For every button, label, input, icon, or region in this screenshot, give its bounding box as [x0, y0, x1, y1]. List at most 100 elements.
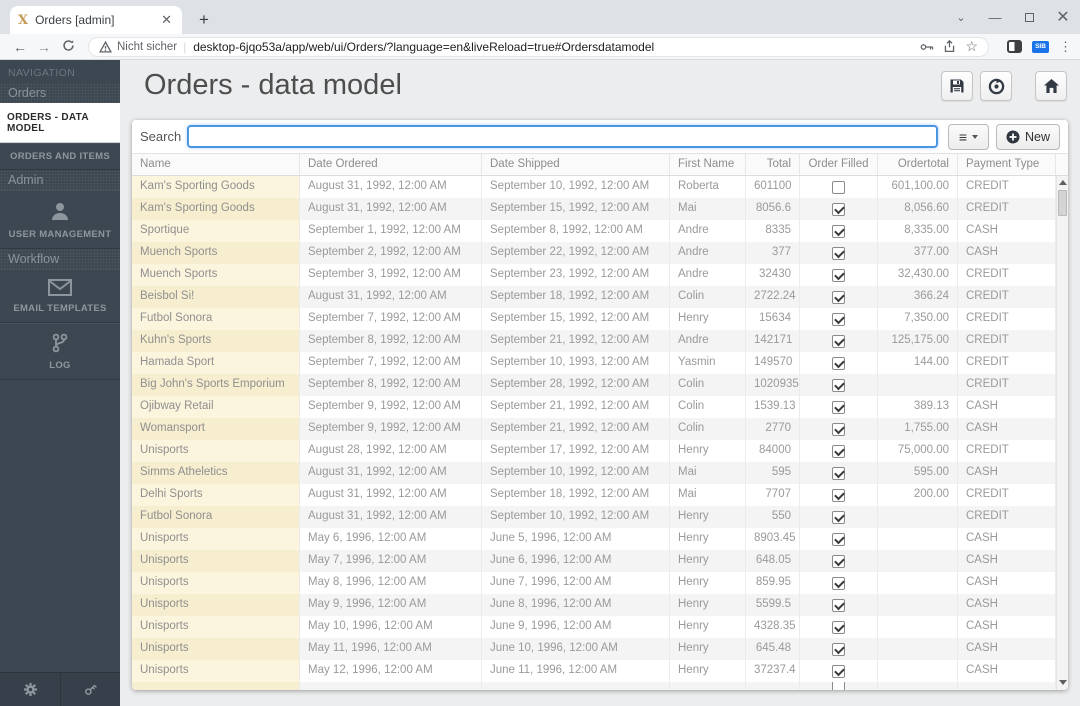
new-record-button[interactable]: New [995, 123, 1060, 150]
table-row[interactable]: Ojibway Retail September 9, 1992, 12:00 A… [132, 396, 1056, 418]
order-filled-checkbox[interactable] [832, 576, 845, 590]
sidebar-group-workflow[interactable]: Workflow [0, 249, 120, 269]
table-row[interactable]: Unisports May 12, 1996, 12:00 AM June 11, … [132, 660, 1056, 682]
scroll-down-icon[interactable] [1057, 678, 1068, 688]
order-filled-checkbox[interactable] [832, 510, 845, 524]
order-filled-checkbox[interactable] [832, 642, 845, 656]
order-filled-checkbox[interactable] [832, 400, 845, 414]
table-row[interactable]: Muench Sports September 3, 1992, 12:00 AM… [132, 264, 1056, 286]
order-filled-checkbox[interactable] [832, 532, 845, 546]
cell-ordertotal: 1,755.00 [878, 418, 958, 440]
order-filled-checkbox[interactable] [832, 334, 845, 348]
table-row[interactable]: Sportique September 1, 1992, 12:00 AM Sept… [132, 220, 1056, 242]
history-button[interactable] [980, 71, 1012, 101]
bookmark-star-icon[interactable]: ☆ [965, 38, 978, 55]
extension-badge[interactable]: SIB [1032, 40, 1049, 53]
new-tab-button[interactable]: + [192, 9, 216, 31]
sidebar-item-log[interactable]: LOG [0, 323, 120, 380]
order-filled-checkbox[interactable] [832, 378, 845, 392]
reload-button[interactable] [56, 39, 80, 55]
cell-shipped: September 28, 1992, 12:00 AM [482, 374, 670, 396]
table-row[interactable]: Simms Atheletics August 31, 1992, 12:00 A… [132, 462, 1056, 484]
column-header-first-name[interactable]: First Name [670, 154, 746, 175]
key-button[interactable] [60, 673, 120, 706]
column-header-date-ordered[interactable]: Date Ordered [300, 154, 482, 175]
table-row[interactable]: Delhi Sports August 31, 1992, 12:00 AM Sep… [132, 484, 1056, 506]
order-filled-checkbox[interactable] [832, 290, 845, 304]
table-row[interactable]: Unisports May 11, 1996, 12:00 AM June 10, … [132, 638, 1056, 660]
table-row[interactable]: Hamada Sport September 7, 1992, 12:00 AM S… [132, 352, 1056, 374]
not-secure-warning-icon[interactable] [99, 40, 112, 53]
sidebar-item-user-management[interactable]: USER MANAGEMENT [0, 190, 120, 249]
share-icon[interactable] [943, 40, 956, 53]
order-filled-checkbox[interactable] [832, 268, 845, 282]
order-filled-checkbox[interactable] [832, 620, 845, 634]
back-button[interactable]: ← [8, 39, 32, 55]
column-header-date-shipped[interactable]: Date Shipped [482, 154, 670, 175]
table-row[interactable]: Unisports May 7, 1996, 12:00 AM June 6, 19… [132, 550, 1056, 572]
order-filled-checkbox[interactable] [832, 466, 845, 480]
side-panel-icon[interactable] [1007, 40, 1022, 53]
cell-ordered: September 2, 1992, 12:00 AM [300, 242, 482, 264]
order-filled-checkbox[interactable] [832, 682, 845, 690]
close-button[interactable]: ✕ [1046, 7, 1080, 27]
sidebar-item-email-templates[interactable]: EMAIL TEMPLATES [0, 269, 120, 323]
cell-ordered: September 8, 1992, 12:00 AM [300, 330, 482, 352]
sidebar-group-orders[interactable]: Orders [0, 83, 120, 103]
order-filled-checkbox[interactable] [832, 444, 845, 458]
column-header-name[interactable]: Name [132, 154, 300, 175]
browser-tab[interactable]: X Orders [admin] ✕ [10, 6, 182, 34]
order-filled-checkbox[interactable] [832, 554, 845, 568]
order-filled-checkbox[interactable] [832, 422, 845, 436]
column-header-order-filled[interactable]: Order Filled [800, 154, 878, 175]
save-button[interactable] [941, 71, 973, 101]
table-row[interactable]: Unisports May 6, 1996, 12:00 AM June 5, 19… [132, 528, 1056, 550]
table-row[interactable]: Unisports May 10, 1996, 12:00 AM June 9, 1… [132, 616, 1056, 638]
order-filled-checkbox[interactable] [832, 598, 845, 612]
table-row[interactable]: Unisports May 8, 1996, 12:00 AM June 7, 19… [132, 572, 1056, 594]
order-filled-checkbox[interactable] [832, 356, 845, 370]
settings-button[interactable] [0, 673, 60, 706]
forward-button[interactable]: → [32, 39, 56, 55]
order-filled-checkbox[interactable] [832, 312, 845, 326]
table-row[interactable] [132, 682, 1056, 690]
order-filled-checkbox[interactable] [832, 224, 845, 238]
scrollbar-thumb[interactable] [1058, 190, 1067, 216]
table-row[interactable]: Kam's Sporting Goods August 31, 1992, 12:… [132, 198, 1056, 220]
password-key-icon[interactable] [920, 41, 934, 53]
column-header-total[interactable]: Total [746, 154, 800, 175]
order-filled-checkbox[interactable] [832, 180, 845, 194]
address-bar[interactable]: Nicht sicher | desktop-6jqo53a/app/web/u… [88, 36, 989, 57]
table-row[interactable]: Big John's Sports Emporium September 8, 1… [132, 374, 1056, 396]
order-filled-checkbox[interactable] [832, 664, 845, 678]
home-button[interactable] [1035, 71, 1067, 101]
table-row[interactable]: Womansport September 9, 1992, 12:00 AM Sep… [132, 418, 1056, 440]
scroll-up-icon[interactable] [1057, 178, 1068, 188]
table-row[interactable]: Futbol Sonora August 31, 1992, 12:00 AM Se… [132, 506, 1056, 528]
table-row[interactable]: Kam's Sporting Goods August 31, 1992, 12:… [132, 176, 1056, 198]
order-filled-checkbox[interactable] [832, 488, 845, 502]
table-row[interactable]: Muench Sports September 2, 1992, 12:00 AM… [132, 242, 1056, 264]
browser-menu-icon[interactable]: ⋮ [1059, 39, 1072, 55]
sidebar-item-orders-and-items[interactable]: ORDERS AND ITEMS [0, 143, 120, 170]
table-row[interactable]: Kuhn's Sports September 8, 1992, 12:00 AM… [132, 330, 1056, 352]
grid-menu-button[interactable]: ≡ [947, 123, 989, 150]
sidebar-group-admin[interactable]: Admin [0, 170, 120, 190]
tab-close-icon[interactable]: ✕ [159, 12, 174, 28]
search-input[interactable] [187, 125, 938, 148]
column-header-ordertotal[interactable]: Ordertotal [878, 154, 958, 175]
sidebar-item-orders-data-model[interactable]: ORDERS - DATA MODEL [0, 103, 120, 143]
order-filled-checkbox[interactable] [832, 246, 845, 260]
cell-first-name: Colin [670, 418, 746, 440]
window-chevron-icon[interactable]: ⌄ [944, 11, 978, 24]
table-row[interactable]: Futbol Sonora September 7, 1992, 12:00 AM… [132, 308, 1056, 330]
grid-scrollbar[interactable] [1056, 176, 1068, 690]
table-row[interactable]: Unisports August 28, 1992, 12:00 AM Septem… [132, 440, 1056, 462]
minimize-button[interactable]: — [978, 10, 1012, 25]
column-header-payment-type[interactable]: Payment Type [958, 154, 1056, 175]
order-filled-checkbox[interactable] [832, 202, 845, 216]
table-row[interactable]: Unisports May 9, 1996, 12:00 AM June 8, 19… [132, 594, 1056, 616]
cell-ordered: May 9, 1996, 12:00 AM [300, 594, 482, 616]
maximize-button[interactable] [1012, 10, 1046, 25]
table-row[interactable]: Beisbol Si! August 31, 1992, 12:00 AM Sept… [132, 286, 1056, 308]
